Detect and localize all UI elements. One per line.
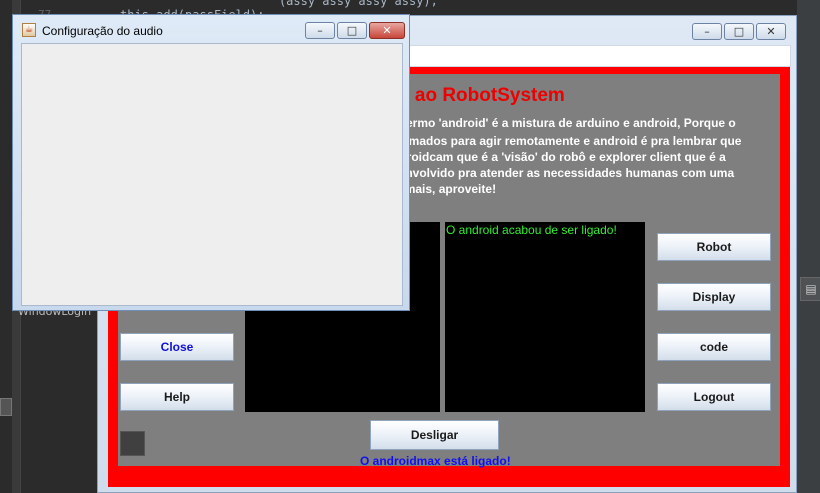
audio-config-content <box>21 43 403 306</box>
window-controls: – □ ✕ <box>692 23 786 40</box>
java-app-icon: ☕ <box>22 23 36 37</box>
connection-status: O androidmax está ligado! <box>360 454 511 468</box>
status-message: O android acabou de ser ligado! <box>446 223 617 237</box>
close-window-button[interactable]: ✕ <box>756 23 786 40</box>
console-output <box>445 222 645 412</box>
description-line: x, o termo 'android' é a mistura de ardu… <box>378 116 736 130</box>
minimize-button[interactable]: – <box>692 23 722 40</box>
display-button[interactable]: Display <box>657 283 771 311</box>
description-line: rogramados para agir remotamente e andro… <box>378 134 742 148</box>
logout-button[interactable]: Logout <box>657 383 771 411</box>
code-button[interactable]: code <box>657 333 771 361</box>
ide-right-panel <box>797 0 820 493</box>
indicator-square <box>120 431 145 456</box>
description-line: o o droidcam que é a 'visão' do robô e e… <box>378 150 726 164</box>
maximize-button[interactable]: □ <box>724 23 754 40</box>
desligar-button[interactable]: Desligar <box>370 420 499 450</box>
minimize-button[interactable]: – <box>305 22 335 39</box>
maximize-button[interactable]: □ <box>337 22 367 39</box>
robot-button[interactable]: Robot <box>657 233 771 261</box>
window-controls: – □ ✕ <box>305 22 405 39</box>
window-title: Configuração do audio <box>42 24 163 38</box>
help-button[interactable]: Help <box>120 383 234 411</box>
code-line: (assy assy assy assy), <box>120 0 438 8</box>
close-button[interactable]: Close <box>120 333 234 361</box>
ide-side-handle[interactable] <box>0 398 12 416</box>
audio-config-window: ☕ Configuração do audio – □ ✕ <box>12 14 410 311</box>
close-window-button[interactable]: ✕ <box>369 22 405 39</box>
welcome-title: o ao RobotSystem <box>398 85 565 106</box>
description-line: desenvolvido pra atender as necessidades… <box>378 166 735 180</box>
document-icon[interactable]: ▤ <box>800 277 820 301</box>
